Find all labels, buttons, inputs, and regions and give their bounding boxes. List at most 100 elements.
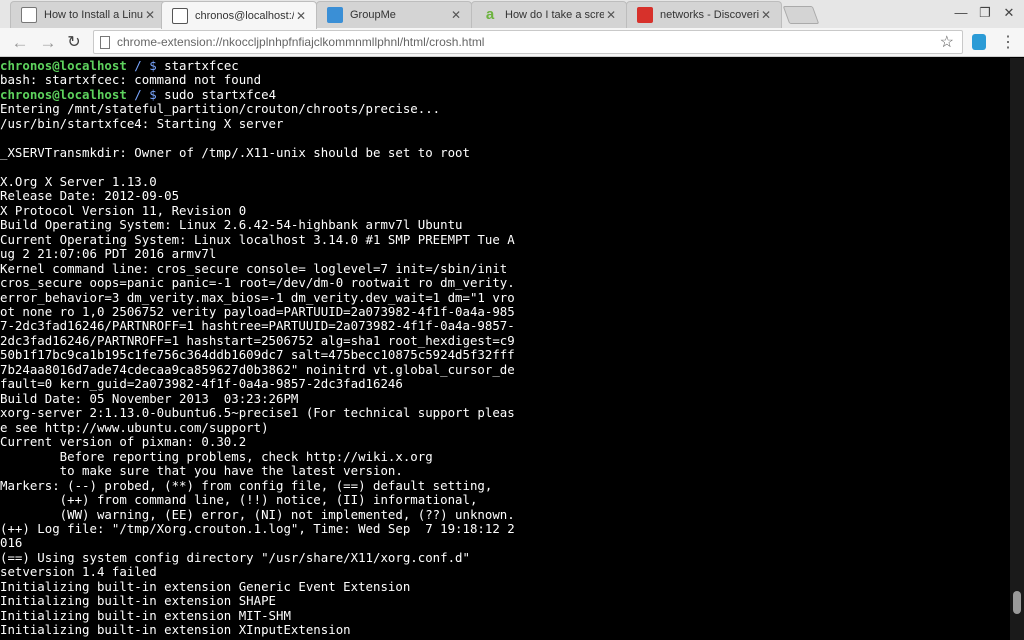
- tab-groupme[interactable]: GroupMe ✕: [316, 1, 472, 28]
- terminal-line: cros_secure oops=panic panic=-1 root=/de…: [0, 275, 1010, 291]
- close-icon[interactable]: ✕: [294, 9, 308, 23]
- line-text: 2dc3fad16246/PARTNROFF=1 hashstart=25067…: [0, 332, 515, 348]
- tab-how-to-install-linux[interactable]: How to Install a Linux O ✕: [10, 1, 166, 28]
- reload-icon[interactable]: ↻: [64, 33, 84, 53]
- terminal-line: Entering /mnt/stateful_partition/crouton…: [0, 102, 1010, 116]
- terminal-line: X Protocol Version 11, Revision 0: [0, 203, 1010, 218]
- groupme-icon: [327, 7, 343, 23]
- line-text: error_behavior=3 dm_verity.max_bios=-1 d…: [0, 289, 515, 305]
- extension-icon[interactable]: [972, 34, 986, 50]
- terminal-line: Initializing built-in extension SHAPE: [0, 594, 1010, 608]
- terminal-scrollbar[interactable]: [1010, 58, 1024, 640]
- line-text: cros_secure oops=panic panic=-1 root=/de…: [0, 275, 515, 291]
- terminal-line: Build Operating System: Linux 2.6.42-54-…: [0, 217, 1010, 233]
- window-close-icon[interactable]: ✕: [1001, 5, 1017, 21]
- terminal-line: ot none ro 1,0 2506752 verity payload=PA…: [0, 303, 1010, 319]
- tab-strip: How to Install a Linux O ✕ chronos@local…: [0, 0, 1024, 29]
- tab-title: GroupMe: [350, 9, 396, 21]
- line-text: Entering /mnt/stateful_partition/crouton…: [0, 101, 441, 117]
- line-text: Initializing built-in extension SHAPE: [0, 593, 277, 609]
- terminal-line: Initializing built-in extension MIT-SHM: [0, 607, 1010, 623]
- scrollbar-thumb[interactable]: [1013, 590, 1021, 614]
- terminal-line: X.Org X Server 1.13.0: [0, 174, 1010, 189]
- terminal-line: chronos@localhost / $ startxfcec: [0, 58, 1010, 73]
- tab-crosh[interactable]: chronos@localhost:/ ✕: [161, 1, 317, 29]
- line-text: ot none ro 1,0 2506752 verity payload=PA…: [0, 303, 515, 319]
- line-text: Current Operating System: Linux localhos…: [0, 231, 515, 247]
- terminal-line: 016: [0, 536, 1010, 550]
- line-text: Current version of pixman: 0.30.2: [0, 434, 247, 450]
- address-bar-url[interactable]: chrome-extension://nkoccljplnhpfnfiajclk…: [117, 35, 940, 49]
- terminal-line: (WW) warning, (EE) error, (NI) not imple…: [0, 506, 1010, 522]
- line-text: Initializing built-in extension MIT-SHM: [0, 607, 291, 623]
- terminal-lines: chronos@localhost / $ startxfcec bash: st…: [0, 58, 1010, 638]
- line-text: Release Date: 2012-09-05: [0, 188, 180, 204]
- line-text: (==) Using system config directory "/usr…: [0, 549, 470, 565]
- prompt-path: / $: [126, 58, 165, 73]
- terminal-line: 7-2dc3fad16246/PARTNROFF=1 hashtree=PART…: [0, 319, 1010, 333]
- line-text: Initializing built-in extension Generic …: [0, 578, 411, 594]
- line-text: (WW) warning, (EE) error, (NI) not imple…: [0, 506, 515, 522]
- tab-title: networks - Discovering t: [660, 9, 759, 21]
- restore-icon[interactable]: ❐: [977, 5, 993, 21]
- line-text: Build Operating System: Linux 2.6.42-54-…: [0, 217, 463, 233]
- terminal-line: fault=0 kern_guid=2a073982-4f1f-0a4a-985…: [0, 377, 1010, 391]
- terminal-line: 2dc3fad16246/PARTNROFF=1 hashstart=25067…: [0, 332, 1010, 348]
- terminal-line: Markers: (--) probed, (**) from config f…: [0, 477, 1010, 493]
- terminal-line: Release Date: 2012-09-05: [0, 188, 1010, 204]
- line-text: (++) from command line, (!!) notice, (II…: [0, 492, 478, 508]
- address-bar[interactable]: chrome-extension://nkoccljplnhpfnfiajclk…: [93, 30, 963, 54]
- line-text: e see http://www.ubuntu.com/support): [0, 419, 269, 435]
- terminal-line: bash: startxfcec: command not found: [0, 73, 1010, 87]
- terminal-line: Before reporting problems, check http://…: [0, 449, 1010, 464]
- terminal-line: Initializing built-in extension XInputEx…: [0, 623, 1010, 637]
- stackexchange-icon: [637, 7, 653, 23]
- line-text: Build Date: 05 November 2013 03:23:26PM: [0, 390, 299, 406]
- prompt-user: chronos@localhost: [0, 58, 127, 73]
- new-tab-button[interactable]: [782, 6, 820, 24]
- terminal-line: Build Date: 05 November 2013 03:23:26PM: [0, 390, 1010, 406]
- line-text: Initializing built-in extension XInputEx…: [0, 622, 351, 638]
- terminal-line: (++) Log file: "/tmp/Xorg.crouton.1.log"…: [0, 521, 1010, 536]
- terminal-line: to make sure that you have the latest ve…: [0, 463, 1010, 479]
- terminal-line: 7b24aa8016d7ade74cdecaa9ca859627d0b3862"…: [0, 361, 1010, 377]
- terminal-line: e see http://www.ubuntu.com/support): [0, 419, 1010, 435]
- answers-icon: a: [485, 6, 495, 23]
- line-text: Markers: (--) probed, (**) from config f…: [0, 477, 493, 493]
- tab-networks-discovering[interactable]: networks - Discovering t ✕: [626, 1, 782, 28]
- terminal-line: Initializing built-in extension Generic …: [0, 578, 1010, 594]
- line-text: to make sure that you have the latest ve…: [0, 463, 403, 479]
- minimize-icon[interactable]: —: [953, 5, 969, 21]
- tab-how-do-i-take-screenshot[interactable]: a How do I take a screens ✕: [471, 1, 627, 28]
- terminal-line: error_behavior=3 dm_verity.max_bios=-1 d…: [0, 289, 1010, 305]
- line-text: setversion 1.4 failed: [0, 564, 157, 580]
- tab-title: How to Install a Linux O: [44, 9, 143, 21]
- line-text: /usr/bin/startxfce4: Starting X server: [0, 115, 284, 131]
- bookmark-star-icon[interactable]: ☆: [940, 32, 954, 52]
- line-text: xorg-server 2:1.13.0-0ubuntu6.5~precise1…: [0, 405, 515, 421]
- document-icon: [21, 7, 37, 23]
- forward-arrow-icon[interactable]: →: [38, 33, 58, 53]
- line-text: sudo startxfce4: [164, 86, 277, 102]
- close-icon[interactable]: ✕: [604, 8, 618, 22]
- terminal-line: Current Operating System: Linux localhos…: [0, 231, 1010, 247]
- terminal-line: setversion 1.4 failed: [0, 565, 1010, 579]
- terminal-line: chronos@localhost / $ sudo startxfce4: [0, 86, 1010, 102]
- terminal-line: ug 2 21:07:06 PDT 2016 armv7l: [0, 246, 1010, 262]
- menu-icon[interactable]: ⋮: [1000, 33, 1016, 53]
- line-text: bash: startxfcec: command not found: [0, 72, 262, 88]
- terminal-line: Kernel command line: cros_secure console…: [0, 261, 1010, 276]
- terminal-output[interactable]: chronos@localhost / $ startxfcec bash: st…: [0, 58, 1010, 640]
- back-arrow-icon[interactable]: ←: [10, 33, 30, 53]
- close-icon[interactable]: ✕: [143, 8, 157, 22]
- close-icon[interactable]: ✕: [759, 8, 773, 22]
- terminal-line: /usr/bin/startxfce4: Starting X server: [0, 115, 1010, 131]
- line-text: 7-2dc3fad16246/PARTNROFF=1 hashtree=PART…: [0, 318, 515, 334]
- close-icon[interactable]: ✕: [449, 8, 463, 22]
- prompt-user: chronos@localhost: [0, 86, 127, 102]
- document-icon: [172, 7, 188, 24]
- terminal-line: 50b1f17bc9ca1b195c1fe756c364ddb1609dc7 s…: [0, 348, 1010, 362]
- line-text: ug 2 21:07:06 PDT 2016 armv7l: [0, 246, 217, 262]
- line-text: startxfcec: [164, 58, 239, 73]
- line-text: 7b24aa8016d7ade74cdecaa9ca859627d0b3862"…: [0, 361, 515, 377]
